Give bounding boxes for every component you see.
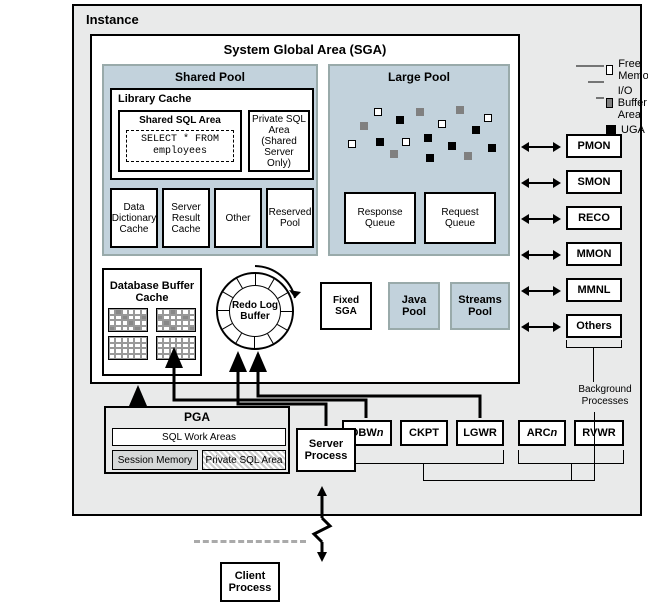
arrow-icon xyxy=(528,290,554,292)
connector-line xyxy=(594,412,595,480)
connector-line xyxy=(593,348,594,382)
pga-title: PGA xyxy=(106,408,288,426)
other-box: Other xyxy=(214,188,262,248)
shared-pool: Shared Pool Library Cache Shared SQL Are… xyxy=(102,64,318,256)
others-process: Others xyxy=(566,314,622,338)
connector-line xyxy=(571,464,572,480)
pga-box: PGA SQL Work Areas Session Memory Privat… xyxy=(104,406,290,474)
redo-cycle-arrow-icon xyxy=(205,258,305,358)
smon-process: SMON xyxy=(566,170,622,194)
rvwr-process: RVWR xyxy=(574,420,624,446)
mmon-process: MMON xyxy=(566,242,622,266)
mmnl-process: MMNL xyxy=(566,278,622,302)
ckpt-process: CKPT xyxy=(400,420,448,446)
arrow-icon xyxy=(528,254,554,256)
background-processes-label: Background Processes xyxy=(568,384,642,408)
legend-io: I/O Buffer Area xyxy=(618,85,648,121)
boundary-line xyxy=(194,540,306,543)
session-memory: Session Memory xyxy=(112,450,198,470)
client-server-arrow-icon xyxy=(310,486,340,562)
database-buffer-cache: Database Buffer Cache xyxy=(102,268,202,376)
arrow-icon xyxy=(528,182,554,184)
shared-pool-title: Shared Pool xyxy=(104,66,316,87)
sga-box: System Global Area (SGA) Shared Pool Lib… xyxy=(90,34,520,384)
sga-title: System Global Area (SGA) xyxy=(92,36,518,61)
bracket-icon xyxy=(518,450,624,464)
instance-box: Instance System Global Area (SGA) Shared… xyxy=(72,4,642,516)
java-pool: Java Pool xyxy=(388,282,440,330)
sql-statement: SELECT * FROM employees xyxy=(126,130,234,162)
legend-uga: UGA xyxy=(621,124,645,136)
legend-swatch-io xyxy=(606,98,613,108)
library-cache: Library Cache Shared SQL Area SELECT * F… xyxy=(110,88,314,180)
buffer-grid-icon xyxy=(108,308,196,364)
server-process: Server Process xyxy=(296,428,356,472)
response-queue: Response Queue xyxy=(344,192,416,244)
arrow-icon xyxy=(528,218,554,220)
shared-sql-area: Shared SQL Area SELECT * FROM employees xyxy=(118,110,242,172)
server-result-cache: Server Result Cache xyxy=(162,188,210,248)
arrow-icon xyxy=(528,146,554,148)
bracket-icon xyxy=(342,450,504,464)
private-sql-area-shared: Private SQL Area (Shared Server Only) xyxy=(248,110,310,172)
large-pool: Large Pool xyxy=(328,64,510,256)
legend-swatch-free xyxy=(606,65,613,75)
request-queue: Request Queue xyxy=(424,192,496,244)
large-pool-title: Large Pool xyxy=(330,66,508,87)
memory-dots xyxy=(338,92,504,180)
client-process: Client Process xyxy=(220,562,280,602)
private-sql-area: Private SQL Area xyxy=(202,450,286,470)
shared-sql-title: Shared SQL Area xyxy=(120,112,240,126)
arcn-process: ARCn xyxy=(518,420,566,446)
bracket-icon xyxy=(566,340,622,348)
fixed-sga: Fixed SGA xyxy=(320,282,372,330)
arrow-icon xyxy=(528,326,554,328)
legend: Free Memory I/O Buffer Area UGA xyxy=(606,58,648,139)
streams-pool: Streams Pool xyxy=(450,282,510,330)
lgwr-process: LGWR xyxy=(456,420,504,446)
sql-work-areas: SQL Work Areas xyxy=(112,428,286,446)
connector-line xyxy=(423,480,595,481)
reco-process: RECO xyxy=(566,206,622,230)
pmon-process: PMON xyxy=(566,134,622,158)
library-cache-title: Library Cache xyxy=(112,90,312,108)
legend-free: Free Memory xyxy=(618,58,648,82)
db-buffer-label: Database Buffer Cache xyxy=(106,280,198,304)
connector-line xyxy=(423,464,424,480)
instance-label: Instance xyxy=(86,12,139,27)
diagram-root: Instance System Global Area (SGA) Shared… xyxy=(0,0,648,611)
redo-log-buffer: Redo Log Buffer xyxy=(216,272,304,360)
data-dictionary-cache: Data Dictionary Cache xyxy=(110,188,158,248)
reserved-pool: Reserved Pool xyxy=(266,188,314,248)
